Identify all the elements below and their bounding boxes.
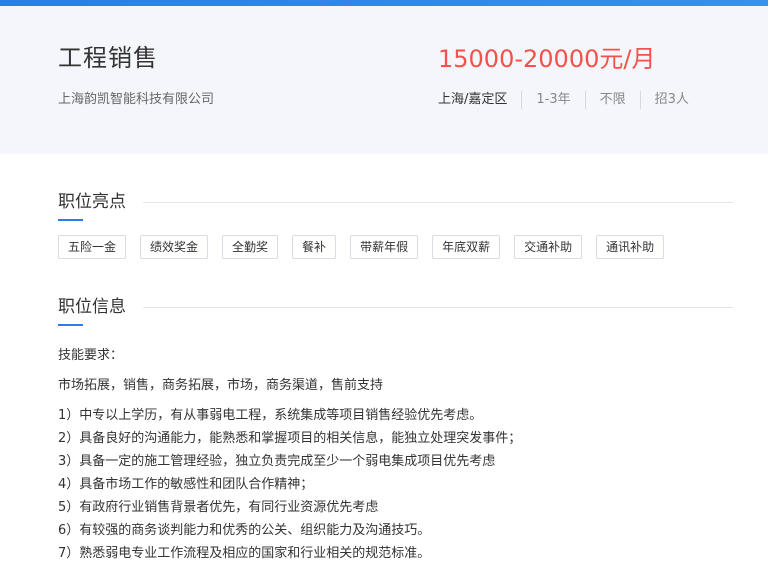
highlight-tag: 年底双薪 xyxy=(432,235,501,259)
section-title-highlights-text: 职位亮点 xyxy=(58,192,126,212)
highlight-tag: 交通补助 xyxy=(514,235,583,259)
requirement-item: 6）有较强的商务谈判能力和优秀的公关、组织能力及沟通技巧。 xyxy=(58,523,431,538)
highlight-tag: 餐补 xyxy=(292,235,337,259)
company-name[interactable]: 上海韵凯智能科技有限公司 xyxy=(58,91,214,109)
highlight-tag: 五险一金 xyxy=(58,235,127,259)
job-location: 上海/嘉定区 xyxy=(438,92,508,107)
requirement-item: 7）熟悉弱电专业工作流程及相应的国家和行业相关的规范标准。 xyxy=(58,546,431,561)
section-title-info: 职位信息 xyxy=(58,295,126,326)
job-experience: 1-3年 xyxy=(521,91,584,109)
job-education: 不限 xyxy=(584,91,640,109)
section-title-info-text: 职位信息 xyxy=(58,297,126,317)
requirement-item: 3）具备一定的施工管理经验，独立负责完成至少一个弱电集成项目优先考虑 xyxy=(58,454,496,469)
job-title: 工程销售 xyxy=(58,44,158,72)
requirement-item: 5）有政府行业销售背景者优先，有同行业资源优先考虑 xyxy=(58,500,379,515)
highlight-tags: 五险一金 绩效奖金 全勤奖 餐补 带薪年假 年底双薪 交通补助 通讯补助 xyxy=(58,235,678,259)
section-title-highlights: 职位亮点 xyxy=(58,190,126,221)
section-divider xyxy=(143,307,733,308)
highlight-tag: 全勤奖 xyxy=(222,235,279,259)
salary: 15000-20000元/月 xyxy=(438,45,656,73)
job-meta: 上海/嘉定区 1-3年 不限 招3人 xyxy=(438,91,703,109)
requirement-item: 4）具备市场工作的敏感性和团队合作精神； xyxy=(58,477,314,492)
highlight-tag: 带薪年假 xyxy=(350,235,419,259)
skills-label: 技能要求： xyxy=(58,348,124,363)
section-title-underline xyxy=(58,219,83,221)
requirement-item: 1）中专以上学历，有从事弱电工程，系统集成等项目销售经验优先考虑。 xyxy=(58,408,483,423)
section-title-underline xyxy=(58,324,83,326)
highlight-tag: 绩效奖金 xyxy=(140,235,209,259)
requirement-item: 2）具备良好的沟通能力，能熟悉和掌握项目的相关信息，能独立处理突发事件； xyxy=(58,431,522,446)
skills-list: 市场拓展，销售，商务拓展，市场，商务渠道，售前支持 xyxy=(58,378,384,393)
job-description: 技能要求： 市场拓展，销售，商务拓展，市场，商务渠道，售前支持 1）中专以上学历… xyxy=(58,347,521,563)
highlight-tag: 通讯补助 xyxy=(596,235,665,259)
job-header: 工程销售 上海韵凯智能科技有限公司 15000-20000元/月 上海/嘉定区 … xyxy=(0,6,768,154)
section-divider xyxy=(143,202,733,203)
job-headcount: 招3人 xyxy=(639,91,703,109)
